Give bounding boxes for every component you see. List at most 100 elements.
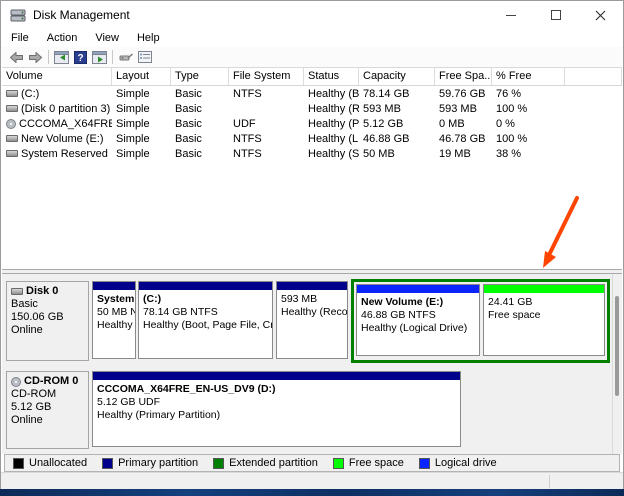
layout-value: Simple xyxy=(112,118,171,130)
properties-icon xyxy=(138,51,152,63)
column-header-blank[interactable] xyxy=(565,68,622,85)
volume-list-pane: Volume Layout Type File System Status Ca… xyxy=(2,68,622,269)
partition-system[interactable]: System 50 MB N Healthy xyxy=(92,281,136,359)
legend-item-primary: Primary partition xyxy=(102,457,198,469)
menu-action[interactable]: Action xyxy=(38,30,87,46)
unallocated-swatch xyxy=(13,458,24,469)
back-button[interactable] xyxy=(7,49,26,66)
minimize-button[interactable] xyxy=(488,1,533,29)
export-list-button[interactable] xyxy=(116,49,135,66)
table-row-cccoma[interactable]: CCCOMA_X64FRE... Simple Basic UDF Health… xyxy=(2,116,622,131)
forward-button[interactable] xyxy=(26,49,45,66)
disk-name: CD-ROM 0 xyxy=(24,375,78,388)
partition-status: Healthy (Primary Partition) xyxy=(97,409,456,422)
close-icon xyxy=(595,10,606,21)
capacity-value: 593 MB xyxy=(359,103,435,115)
partition-size: 593 MB xyxy=(281,293,343,306)
disk-management-app-icon xyxy=(10,8,26,22)
pct-free-value: 100 % xyxy=(492,103,565,115)
column-header-pct-free[interactable]: % Free xyxy=(492,68,565,85)
column-header-volume[interactable]: Volume xyxy=(2,68,112,85)
disk-management-window: Disk Management File Action View Help xyxy=(0,0,624,489)
file-system-value: NTFS xyxy=(229,148,304,160)
show-action-pane-button[interactable] xyxy=(90,49,109,66)
table-row-disk0-partition3[interactable]: (Disk 0 partition 3) Simple Basic Health… xyxy=(2,101,622,116)
legend-item-extended: Extended partition xyxy=(213,457,318,469)
partition-status: Healthy xyxy=(97,319,131,332)
title-bar[interactable]: Disk Management xyxy=(1,1,623,29)
disk-status: Online xyxy=(11,414,86,427)
menu-view[interactable]: View xyxy=(86,30,128,46)
pct-free-value: 76 % xyxy=(492,88,565,100)
toolbar: ? xyxy=(2,47,622,68)
properties-button[interactable] xyxy=(135,49,154,66)
disk-kind: Basic xyxy=(11,298,86,311)
capacity-value: 5.12 GB xyxy=(359,118,435,130)
drive-icon xyxy=(6,105,18,112)
table-row-system-reserved[interactable]: System Reserved Simple Basic NTFS Health… xyxy=(2,146,622,161)
column-header-free-space[interactable]: Free Spa... xyxy=(435,68,492,85)
volume-name: CCCOMA_X64FRE... xyxy=(19,118,112,130)
partition-new-volume-e[interactable]: New Volume (E:) 46.88 GB NTFS Healthy (L… xyxy=(356,284,480,356)
file-system-value: NTFS xyxy=(229,133,304,145)
maximize-button[interactable] xyxy=(533,1,578,29)
back-icon xyxy=(10,52,23,63)
volume-name: System Reserved xyxy=(21,148,108,160)
menu-help[interactable]: Help xyxy=(128,30,169,46)
menu-file[interactable]: File xyxy=(2,30,38,46)
extended-partition-frame: New Volume (E:) 46.88 GB NTFS Healthy (L… xyxy=(351,279,610,363)
file-system-value: NTFS xyxy=(229,88,304,100)
cd-icon xyxy=(6,119,16,129)
partition-status: Healthy (Recov xyxy=(281,306,343,319)
column-header-status[interactable]: Status xyxy=(304,68,359,85)
type-value: Basic xyxy=(171,88,229,100)
partition-free-space[interactable]: 24.41 GB Free space xyxy=(483,284,605,356)
free-space-value: 593 MB xyxy=(435,103,492,115)
partition-size: 50 MB N xyxy=(97,306,131,319)
partition-c[interactable]: (C:) 78.14 GB NTFS Healthy (Boot, Page F… xyxy=(138,281,273,359)
partition-name: (C:) xyxy=(143,293,268,306)
primary-partition-swatch xyxy=(102,458,113,469)
vertical-scrollbar[interactable] xyxy=(612,274,620,454)
partition-size: 78.14 GB NTFS xyxy=(143,306,268,319)
close-button[interactable] xyxy=(578,1,623,29)
free-space-value: 59.76 GB xyxy=(435,88,492,100)
legend-item-unallocated: Unallocated xyxy=(13,457,87,469)
status-value: Healthy (P... xyxy=(304,118,359,130)
status-bar xyxy=(1,472,623,490)
table-row-new-volume-e[interactable]: New Volume (E:) Simple Basic NTFS Health… xyxy=(2,131,622,146)
window-title: Disk Management xyxy=(33,8,130,22)
show-console-tree-button[interactable] xyxy=(52,49,71,66)
console-tree-icon xyxy=(54,51,69,64)
drive-icon xyxy=(6,135,18,142)
cdrom0-info-panel[interactable]: CD-ROM 0 CD-ROM 5.12 GB Online xyxy=(6,371,89,449)
partition-name: CCCOMA_X64FRE_EN-US_DV9 (D:) xyxy=(97,383,456,396)
legend-item-free-space: Free space xyxy=(333,457,404,469)
table-row-volume-c[interactable]: (C:) Simple Basic NTFS Healthy (B... 78.… xyxy=(2,86,622,101)
logical-drive-bar xyxy=(357,285,479,295)
partition-cccoma-d[interactable]: CCCOMA_X64FRE_EN-US_DV9 (D:) 5.12 GB UDF… xyxy=(92,371,461,447)
volume-list-header: Volume Layout Type File System Status Ca… xyxy=(2,68,622,86)
primary-partition-bar xyxy=(277,282,347,292)
maximize-icon xyxy=(551,10,561,20)
partition-recovery[interactable]: 593 MB Healthy (Recov xyxy=(276,281,348,359)
disk-name: Disk 0 xyxy=(26,285,58,298)
column-header-type[interactable]: Type xyxy=(171,68,229,85)
scrollbar-thumb[interactable] xyxy=(615,296,619,396)
logical-drive-swatch xyxy=(419,458,430,469)
column-header-layout[interactable]: Layout xyxy=(112,68,171,85)
toolbar-separator xyxy=(112,50,113,64)
type-value: Basic xyxy=(171,148,229,160)
disk0-info-panel[interactable]: Disk 0 Basic 150.06 GB Online xyxy=(6,281,89,361)
column-header-file-system[interactable]: File System xyxy=(229,68,304,85)
drive-icon xyxy=(11,288,23,295)
volume-name: New Volume (E:) xyxy=(21,133,104,145)
volume-name: (Disk 0 partition 3) xyxy=(21,103,110,115)
toolbar-separator xyxy=(48,50,49,64)
window-controls xyxy=(488,1,623,29)
help-button[interactable]: ? xyxy=(71,49,90,66)
capacity-value: 50 MB xyxy=(359,148,435,160)
column-header-capacity[interactable]: Capacity xyxy=(359,68,435,85)
primary-partition-bar xyxy=(93,372,460,382)
partition-size: 46.88 GB NTFS xyxy=(361,309,475,322)
